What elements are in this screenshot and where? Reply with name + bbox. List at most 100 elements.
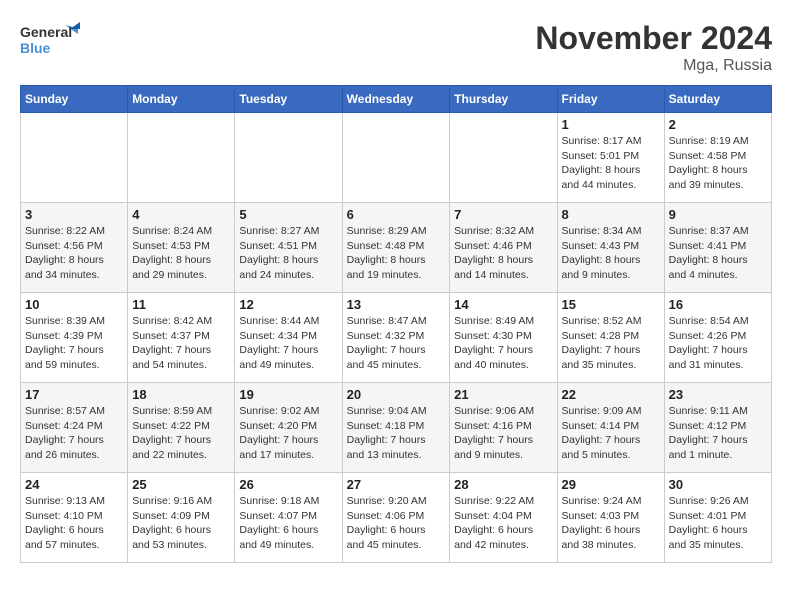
calendar-cell: 26 Sunrise: 9:18 AM Sunset: 4:07 PM Dayli… — [235, 473, 342, 563]
day-info: Sunrise: 9:16 AM Sunset: 4:09 PM Dayligh… — [132, 494, 230, 553]
day-info: Sunrise: 8:47 AM Sunset: 4:32 PM Dayligh… — [347, 314, 446, 373]
calendar-cell: 28 Sunrise: 9:22 AM Sunset: 4:04 PM Dayli… — [450, 473, 557, 563]
location: Mga, Russia — [535, 57, 772, 75]
day-number: 2 — [669, 117, 767, 132]
day-info: Sunrise: 8:34 AM Sunset: 4:43 PM Dayligh… — [562, 224, 660, 283]
day-number: 5 — [239, 207, 337, 222]
calendar-cell — [21, 113, 128, 203]
weekday-header: Saturday — [664, 86, 771, 113]
calendar-week: 1 Sunrise: 8:17 AM Sunset: 5:01 PM Daylig… — [21, 113, 772, 203]
calendar-cell: 16 Sunrise: 8:54 AM Sunset: 4:26 PM Dayli… — [664, 293, 771, 383]
day-number: 4 — [132, 207, 230, 222]
calendar-cell: 19Sunrise: 9:02 AM Sunset: 4:20 PM Dayli… — [235, 383, 342, 473]
day-info: Sunrise: 8:52 AM Sunset: 4:28 PM Dayligh… — [562, 314, 660, 373]
calendar-cell: 25 Sunrise: 9:16 AM Sunset: 4:09 PM Dayli… — [128, 473, 235, 563]
day-info: Sunrise: 8:24 AM Sunset: 4:53 PM Dayligh… — [132, 224, 230, 283]
calendar-cell: 21 Sunrise: 9:06 AM Sunset: 4:16 PM Dayli… — [450, 383, 557, 473]
day-number: 28 — [454, 477, 552, 492]
day-info: Sunrise: 8:17 AM Sunset: 5:01 PM Dayligh… — [562, 134, 660, 193]
day-info: Sunrise: 9:26 AM Sunset: 4:01 PM Dayligh… — [669, 494, 767, 553]
logo: GeneralBlue — [20, 20, 80, 60]
day-number: 11 — [132, 297, 230, 312]
day-number: 20 — [347, 387, 446, 402]
calendar-cell — [235, 113, 342, 203]
day-info: Sunrise: 8:19 AM Sunset: 4:58 PM Dayligh… — [669, 134, 767, 193]
calendar-cell: 14 Sunrise: 8:49 AM Sunset: 4:30 PM Dayli… — [450, 293, 557, 383]
calendar-cell — [128, 113, 235, 203]
title-block: November 2024 Mga, Russia — [535, 20, 772, 75]
calendar-body: 1 Sunrise: 8:17 AM Sunset: 5:01 PM Daylig… — [21, 113, 772, 563]
day-number: 12 — [239, 297, 337, 312]
calendar-cell: 7 Sunrise: 8:32 AM Sunset: 4:46 PM Daylig… — [450, 203, 557, 293]
calendar-header: SundayMondayTuesdayWednesdayThursdayFrid… — [21, 86, 772, 113]
calendar-cell: 4 Sunrise: 8:24 AM Sunset: 4:53 PM Daylig… — [128, 203, 235, 293]
day-number: 1 — [562, 117, 660, 132]
day-info: Sunrise: 8:49 AM Sunset: 4:30 PM Dayligh… — [454, 314, 552, 373]
weekday-header: Thursday — [450, 86, 557, 113]
day-info: Sunrise: 9:24 AM Sunset: 4:03 PM Dayligh… — [562, 494, 660, 553]
day-number: 13 — [347, 297, 446, 312]
calendar-cell: 1 Sunrise: 8:17 AM Sunset: 5:01 PM Daylig… — [557, 113, 664, 203]
calendar-week: 17Sunrise: 8:57 AM Sunset: 4:24 PM Dayli… — [21, 383, 772, 473]
day-number: 21 — [454, 387, 552, 402]
day-info: Sunrise: 8:59 AM Sunset: 4:22 PM Dayligh… — [132, 404, 230, 463]
calendar-cell: 29 Sunrise: 9:24 AM Sunset: 4:03 PM Dayli… — [557, 473, 664, 563]
calendar-cell: 18 Sunrise: 8:59 AM Sunset: 4:22 PM Dayli… — [128, 383, 235, 473]
day-info: Sunrise: 8:54 AM Sunset: 4:26 PM Dayligh… — [669, 314, 767, 373]
calendar-week: 3 Sunrise: 8:22 AM Sunset: 4:56 PM Daylig… — [21, 203, 772, 293]
calendar-cell: 12Sunrise: 8:44 AM Sunset: 4:34 PM Dayli… — [235, 293, 342, 383]
month-title: November 2024 — [535, 20, 772, 57]
calendar-cell: 24Sunrise: 9:13 AM Sunset: 4:10 PM Dayli… — [21, 473, 128, 563]
day-info: Sunrise: 9:11 AM Sunset: 4:12 PM Dayligh… — [669, 404, 767, 463]
svg-text:Blue: Blue — [20, 40, 51, 56]
weekday-row: SundayMondayTuesdayWednesdayThursdayFrid… — [21, 86, 772, 113]
day-number: 18 — [132, 387, 230, 402]
logo-svg: GeneralBlue — [20, 20, 80, 60]
day-number: 16 — [669, 297, 767, 312]
day-number: 19 — [239, 387, 337, 402]
day-info: Sunrise: 9:18 AM Sunset: 4:07 PM Dayligh… — [239, 494, 337, 553]
weekday-header: Tuesday — [235, 86, 342, 113]
day-info: Sunrise: 8:37 AM Sunset: 4:41 PM Dayligh… — [669, 224, 767, 283]
calendar-cell: 3 Sunrise: 8:22 AM Sunset: 4:56 PM Daylig… — [21, 203, 128, 293]
day-info: Sunrise: 9:06 AM Sunset: 4:16 PM Dayligh… — [454, 404, 552, 463]
day-number: 25 — [132, 477, 230, 492]
day-number: 8 — [562, 207, 660, 222]
day-number: 7 — [454, 207, 552, 222]
calendar-cell: 27Sunrise: 9:20 AM Sunset: 4:06 PM Dayli… — [342, 473, 450, 563]
day-number: 24 — [25, 477, 123, 492]
calendar-cell: 8 Sunrise: 8:34 AM Sunset: 4:43 PM Daylig… — [557, 203, 664, 293]
calendar-cell: 6Sunrise: 8:29 AM Sunset: 4:48 PM Daylig… — [342, 203, 450, 293]
day-info: Sunrise: 8:32 AM Sunset: 4:46 PM Dayligh… — [454, 224, 552, 283]
calendar: SundayMondayTuesdayWednesdayThursdayFrid… — [20, 85, 772, 563]
weekday-header: Friday — [557, 86, 664, 113]
calendar-week: 10 Sunrise: 8:39 AM Sunset: 4:39 PM Dayli… — [21, 293, 772, 383]
day-info: Sunrise: 9:22 AM Sunset: 4:04 PM Dayligh… — [454, 494, 552, 553]
day-number: 3 — [25, 207, 123, 222]
calendar-cell: 5 Sunrise: 8:27 AM Sunset: 4:51 PM Daylig… — [235, 203, 342, 293]
calendar-cell: 17Sunrise: 8:57 AM Sunset: 4:24 PM Dayli… — [21, 383, 128, 473]
day-number: 30 — [669, 477, 767, 492]
calendar-cell: 11Sunrise: 8:42 AM Sunset: 4:37 PM Dayli… — [128, 293, 235, 383]
calendar-week: 24Sunrise: 9:13 AM Sunset: 4:10 PM Dayli… — [21, 473, 772, 563]
day-number: 26 — [239, 477, 337, 492]
day-number: 23 — [669, 387, 767, 402]
day-number: 22 — [562, 387, 660, 402]
weekday-header: Wednesday — [342, 86, 450, 113]
day-info: Sunrise: 9:04 AM Sunset: 4:18 PM Dayligh… — [347, 404, 446, 463]
day-number: 29 — [562, 477, 660, 492]
day-number: 10 — [25, 297, 123, 312]
calendar-cell: 9Sunrise: 8:37 AM Sunset: 4:41 PM Daylig… — [664, 203, 771, 293]
day-info: Sunrise: 8:57 AM Sunset: 4:24 PM Dayligh… — [25, 404, 123, 463]
day-number: 14 — [454, 297, 552, 312]
calendar-cell — [342, 113, 450, 203]
day-info: Sunrise: 8:39 AM Sunset: 4:39 PM Dayligh… — [25, 314, 123, 373]
weekday-header: Sunday — [21, 86, 128, 113]
day-info: Sunrise: 8:22 AM Sunset: 4:56 PM Dayligh… — [25, 224, 123, 283]
calendar-cell: 30 Sunrise: 9:26 AM Sunset: 4:01 PM Dayli… — [664, 473, 771, 563]
calendar-cell: 10 Sunrise: 8:39 AM Sunset: 4:39 PM Dayli… — [21, 293, 128, 383]
calendar-cell — [450, 113, 557, 203]
calendar-cell: 2 Sunrise: 8:19 AM Sunset: 4:58 PM Daylig… — [664, 113, 771, 203]
calendar-cell: 13 Sunrise: 8:47 AM Sunset: 4:32 PM Dayli… — [342, 293, 450, 383]
day-info: Sunrise: 8:27 AM Sunset: 4:51 PM Dayligh… — [239, 224, 337, 283]
